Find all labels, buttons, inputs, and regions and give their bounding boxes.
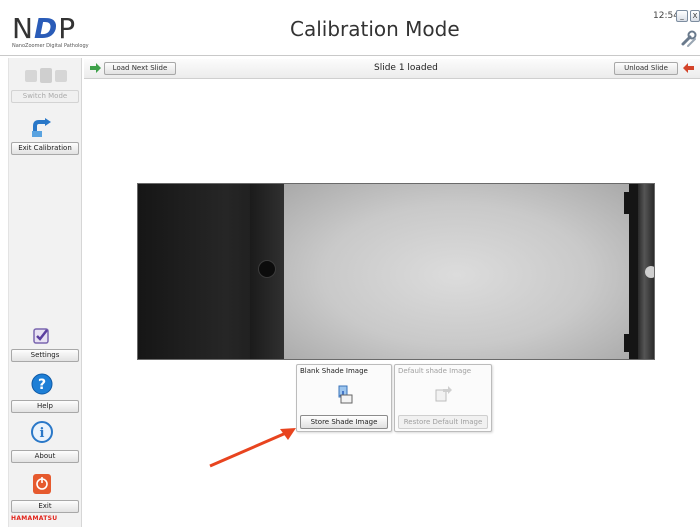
default-shade-title: Default shade Image (398, 367, 472, 375)
app-header: NDP NanoZoomer Digital Pathology Calibra… (0, 0, 700, 56)
close-icon: X (692, 12, 698, 20)
default-shade-panel: Default shade Image Restore Default Imag… (394, 364, 492, 432)
unload-arrow-icon (683, 63, 694, 73)
settings-checkbox-icon (33, 328, 49, 344)
unload-slide-button[interactable]: Unload Slide (614, 62, 678, 75)
ndp-logo: NDP NanoZoomer Digital Pathology (12, 12, 92, 49)
slide-preview-image (137, 183, 655, 360)
exit-button[interactable]: Exit (11, 500, 79, 513)
switch-mode-button[interactable]: Switch Mode (11, 90, 79, 103)
store-shade-image-button[interactable]: Store Shade Image (300, 415, 388, 429)
load-arrow-icon (90, 63, 101, 73)
slide-hole (258, 260, 276, 278)
blank-shade-title: Blank Shade Image (300, 367, 368, 375)
annotation-arrow-icon (209, 428, 296, 468)
svg-text:?: ? (38, 377, 46, 393)
restore-shade-icon (435, 386, 452, 402)
minimize-button[interactable]: _ (676, 10, 688, 22)
hamamatsu-logo: HAMAMATSU (11, 515, 58, 522)
page-title: Calibration Mode (290, 17, 460, 41)
sidebar: Switch Mode Exit Calibration Settings ? … (8, 58, 82, 527)
load-next-slide-button[interactable]: Load Next Slide (104, 62, 176, 75)
minimize-icon: _ (680, 12, 684, 20)
about-info-icon: i (31, 421, 53, 443)
close-button[interactable]: X (690, 10, 700, 22)
logo-subtitle: NanoZoomer Digital Pathology (12, 43, 89, 49)
restore-default-image-button[interactable]: Restore Default Image (398, 415, 488, 429)
exit-calibration-button[interactable]: Exit Calibration (11, 142, 79, 155)
help-icon: ? (31, 373, 53, 395)
switch-mode-icon (25, 68, 67, 83)
exit-calibration-icon (32, 118, 51, 137)
slide-glass-area (284, 184, 629, 359)
svg-text:i: i (40, 426, 45, 441)
logo-text: NDP (12, 12, 77, 45)
about-button[interactable]: About (11, 450, 79, 463)
store-shade-icon (338, 385, 353, 404)
blank-shade-panel: Blank Shade Image Store Shade Image (296, 364, 392, 432)
help-button[interactable]: Help (11, 400, 79, 413)
toolbar: Load Next Slide Slide 1 loaded Unload Sl… (84, 59, 700, 79)
power-icon (33, 474, 51, 494)
slide-status: Slide 1 loaded (374, 63, 438, 73)
settings-button[interactable]: Settings (11, 349, 79, 362)
wrench-icon[interactable] (680, 30, 698, 48)
